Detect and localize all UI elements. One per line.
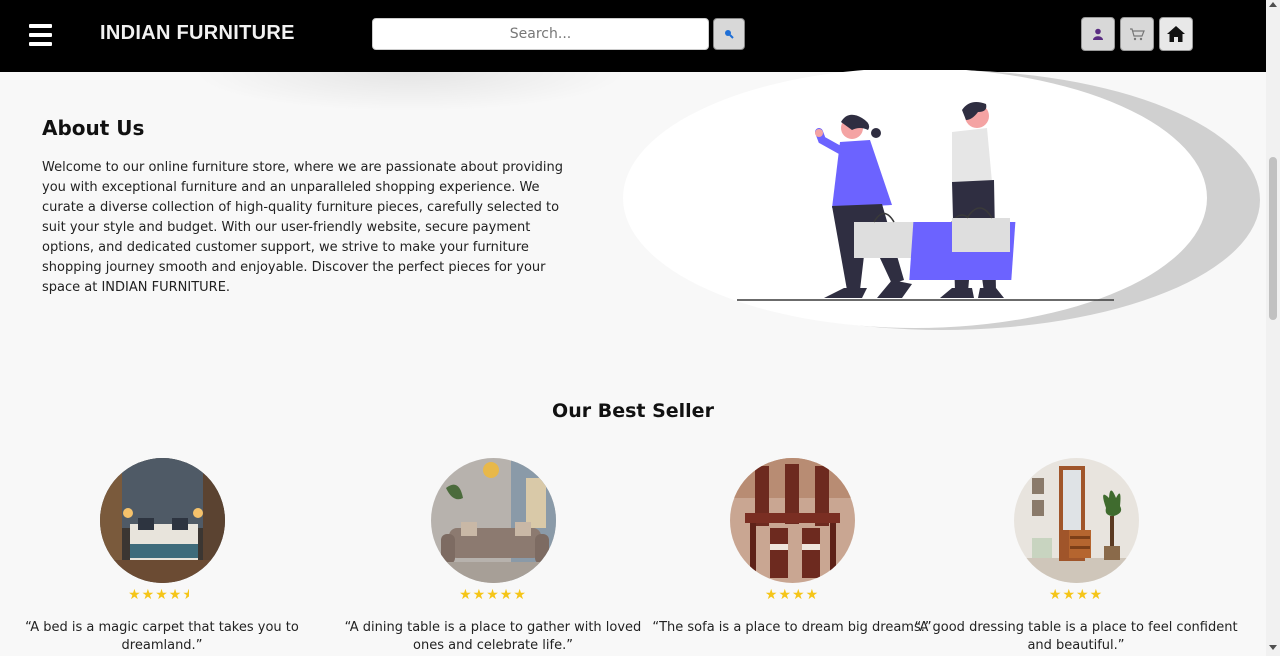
star-icon: ★ (1048, 587, 1063, 603)
product-quote: “A bed is a magic carpet that takes you … (25, 620, 299, 653)
product-image-bed[interactable] (99, 458, 225, 583)
search-button[interactable] (713, 18, 745, 50)
star-icon: ★ (1076, 587, 1090, 603)
product-image-dining-table[interactable] (729, 458, 855, 583)
scroll-up-arrow-icon[interactable] (1269, 2, 1277, 7)
star-icon: ★ (499, 587, 514, 603)
star-icon: ★ (805, 587, 820, 603)
product-card-dressing-table[interactable]: ★★★★ “A good dressing table is a place t… (911, 458, 1241, 655)
star-icon: ★ (141, 587, 156, 603)
rating-stars: ★★★★ (911, 587, 1241, 605)
account-button[interactable] (1081, 17, 1115, 51)
about-description: Welcome to our online furniture store, w… (42, 160, 563, 295)
star-icon: ★ (128, 587, 142, 603)
user-icon (1093, 28, 1103, 40)
product-image-dressing-table[interactable] (1013, 458, 1139, 583)
about-title: About Us (42, 116, 145, 140)
star-icon: ★ (1062, 587, 1076, 603)
scroll-down-arrow-icon[interactable] (1269, 645, 1277, 650)
star-icon: ★ (764, 587, 779, 603)
rating-stars: ★★★★★ (328, 587, 658, 605)
scrollbar-thumb[interactable] (1269, 157, 1277, 320)
product-quote: “A dining table is a place to gather wit… (344, 620, 642, 653)
home-button[interactable] (1159, 17, 1193, 51)
search-icon (725, 30, 734, 39)
star-icon: ★ (168, 587, 183, 603)
home-icon (1167, 26, 1185, 42)
cart-icon (1130, 28, 1145, 41)
top-nav-bar: INDIAN FURNITURE (0, 0, 1266, 72)
star-icon: ★ (459, 587, 473, 603)
header-shadow (190, 72, 630, 112)
star-icon: ★ (513, 587, 527, 603)
product-image-sofa[interactable] (430, 458, 556, 583)
star-icon: ★ (155, 587, 169, 603)
product-card-dining-table[interactable]: ★★★★ “The sofa is a place to dream big d… (627, 458, 957, 637)
product-quote: “The sofa is a place to dream big dreams… (652, 620, 932, 635)
menu-icon[interactable] (29, 24, 52, 46)
product-card-sofa[interactable]: ★★★★★ “A dining table is a place to gath… (328, 458, 658, 655)
star-icon: ★ (778, 587, 792, 603)
rating-stars: ★★★★ (627, 587, 957, 605)
star-icon: ★ (486, 587, 500, 603)
search-input[interactable] (372, 18, 709, 50)
star-half-icon: ★ (182, 587, 196, 603)
best-seller-title: Our Best Seller (552, 400, 714, 422)
product-card-bed[interactable]: ★★★★★ “A bed is a magic carpet that take… (0, 458, 327, 655)
page-scrollbar[interactable] (1266, 0, 1280, 656)
product-quote: “A good dressing table is a place to fee… (914, 620, 1238, 653)
star-icon: ★ (792, 587, 806, 603)
star-icon: ★ (1089, 587, 1104, 603)
star-icon: ★ (472, 587, 487, 603)
brand-logo-text[interactable]: INDIAN FURNITURE (100, 22, 295, 45)
cart-button[interactable] (1120, 17, 1154, 51)
shopping-illustration (623, 70, 1260, 330)
rating-stars: ★★★★★ (0, 587, 327, 605)
